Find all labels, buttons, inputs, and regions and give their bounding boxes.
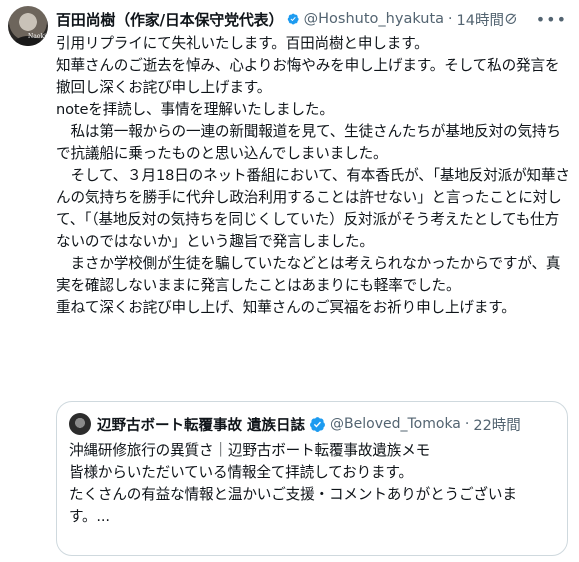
author-handle[interactable]: @Hoshuto_hyakuta <box>304 11 444 27</box>
quoted-post-body: 沖縄研修旅行の異質さ｜辺野古ボート転覆事故遺族メモ 皆様からいただいている情報全… <box>69 440 557 528</box>
post-timestamp[interactable]: 14時間 <box>457 9 504 30</box>
quoted-author-name: 辺野古ボート転覆事故 遺族日誌 <box>97 417 306 434</box>
quoted-author-handle: @Beloved_Tomoka <box>330 416 461 432</box>
post-header: 百田尚樹（作家/日本保守党代表） @Hoshuto_hyakuta · 14時間… <box>56 8 567 30</box>
post-paragraph: まさか学校側が生徒を騙していたなどとは考えられなかったからですが、真実を確認しな… <box>56 255 561 294</box>
quoted-paragraph: 沖縄研修旅行の異質さ｜辺野古ボート転覆事故遺族メモ <box>69 442 431 459</box>
post-paragraph: 知華さんのご逝去を悼み、心よりお悔やみを申し上げます。そして私の発言を撤回し深く… <box>56 57 560 96</box>
quoted-post-header: 辺野古ボート転覆事故 遺族日誌 @Beloved_Tomoka · 22時間 <box>69 413 521 435</box>
quoted-post-card[interactable]: 辺野古ボート転覆事故 遺族日誌 @Beloved_Tomoka · 22時間 沖… <box>56 401 568 556</box>
quoted-post-timestamp: 22時間 <box>473 417 521 434</box>
quoted-author-avatar <box>69 413 91 435</box>
post-paragraph: そして、３月18日のネット番組において、有本香氏が、「基地反対派が知華さんの気持… <box>56 167 570 250</box>
post-body: 引用リプライにて失礼いたします。百田尚樹と申します。 知華さんのご逝去を悼み、心… <box>56 33 571 319</box>
verified-badge-icon <box>310 416 325 432</box>
post-paragraph: noteを拝読し、事情を理解いたしました。 <box>56 101 334 118</box>
avatar-signature: Naoki <box>28 33 46 40</box>
quoted-paragraph: 皆様からいただいている情報全て拝読しております。 <box>69 464 413 481</box>
grok-icon[interactable] <box>504 9 518 29</box>
verified-badge-icon <box>288 13 299 25</box>
post-paragraph: 私は第一報からの一連の新聞報道を見て、生徒さんたちが基地反対の気持ちで抗議船に乗… <box>56 123 561 162</box>
quoted-paragraph: たくさんの有益な情報と温かいご支援・コメントありがとうございます。... <box>69 486 517 525</box>
post-paragraph: 重ねて深くお詫び申し上げ、知華さんのご冥福をお祈り申し上げます。 <box>56 299 516 316</box>
separator-dot: · <box>448 11 453 27</box>
author-name[interactable]: 百田尚樹（作家/日本保守党代表） <box>56 9 283 30</box>
post-paragraph: 引用リプライにて失礼いたします。百田尚樹と申します。 <box>56 35 429 52</box>
more-icon[interactable]: ••• <box>536 10 567 29</box>
author-avatar[interactable]: Naoki <box>8 6 48 46</box>
separator-dot: · <box>464 416 470 432</box>
